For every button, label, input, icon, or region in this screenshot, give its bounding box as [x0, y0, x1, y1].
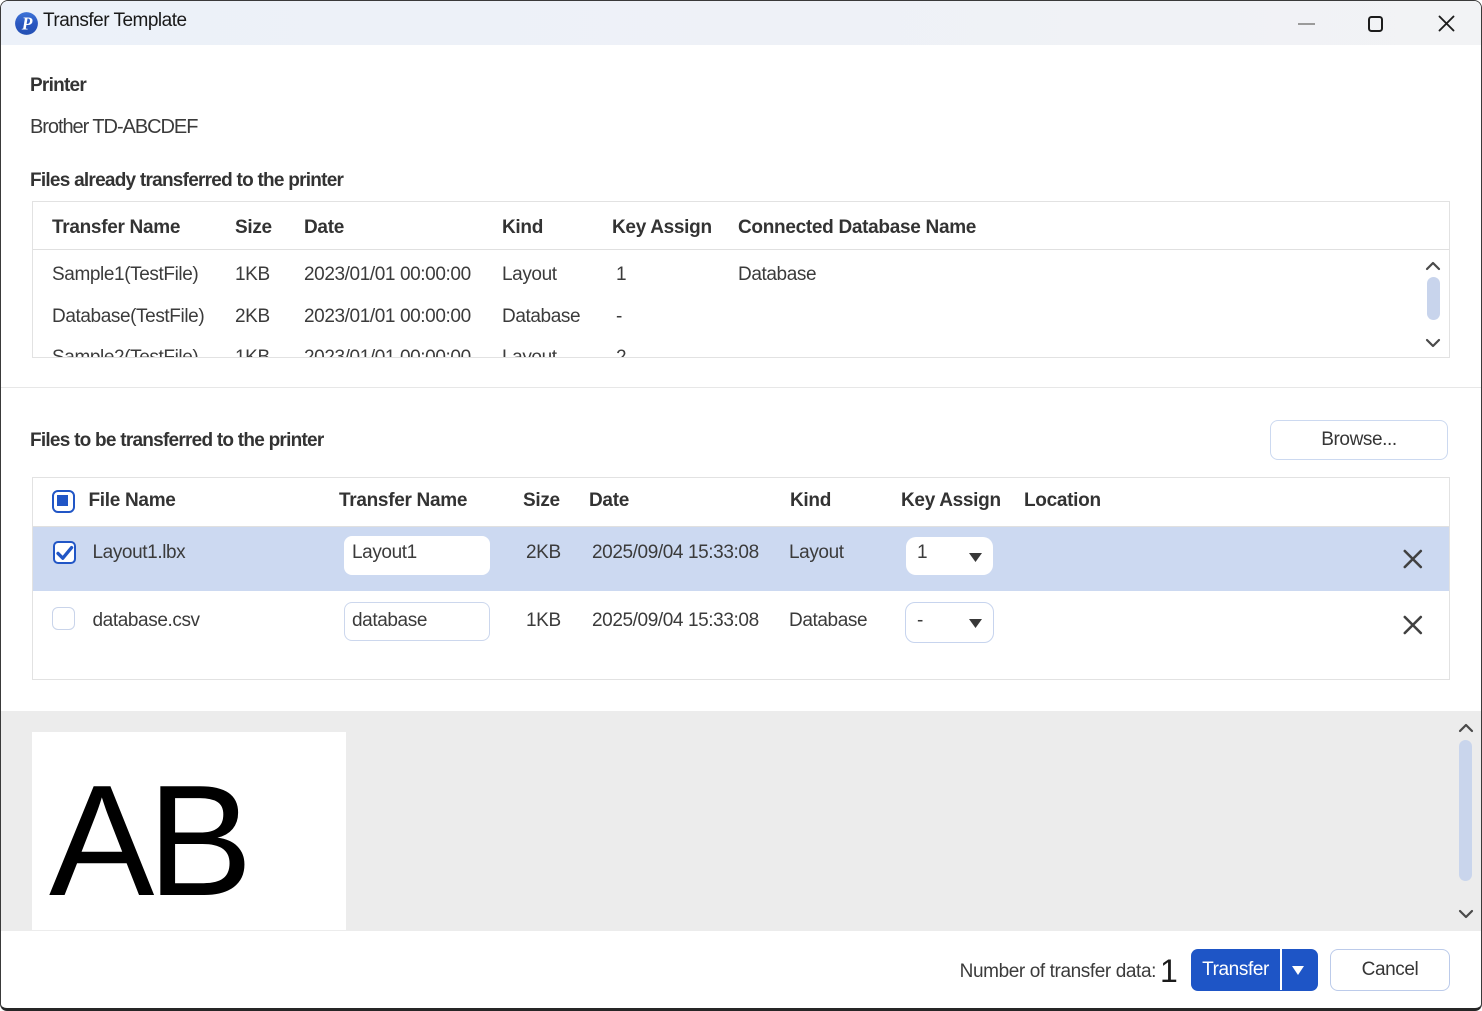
svg-text:P: P	[20, 13, 32, 33]
